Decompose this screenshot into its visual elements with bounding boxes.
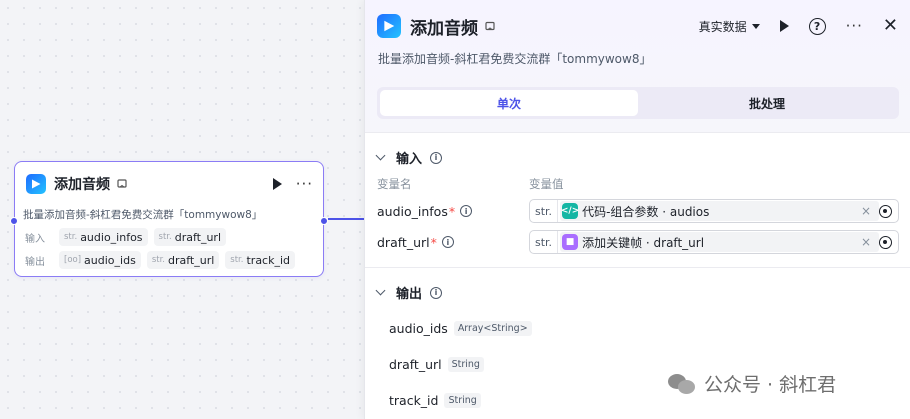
node-output-port[interactable] [320, 217, 328, 225]
video-app-icon [26, 174, 46, 194]
reference-text: 添加关键帧 · draft_url [582, 235, 705, 250]
input-section-header[interactable]: 输入 i [375, 148, 443, 167]
type-selector[interactable]: str. [530, 200, 559, 222]
bookmark-icon[interactable] [484, 20, 496, 32]
param-name: draft_url [377, 234, 430, 250]
info-icon[interactable]: i [430, 286, 443, 299]
wechat-icon [668, 372, 696, 396]
reference-chip[interactable]: </> 代码-组合参数 · audios × [560, 201, 879, 221]
node-connection-edge [328, 218, 364, 220]
node-run-icon[interactable] [272, 178, 282, 190]
info-icon[interactable]: i [460, 205, 473, 217]
close-icon[interactable]: ✕ [883, 17, 898, 35]
param-row-draft-url: draft_url * i str. ■ 添加关键帧 · draft_url × [377, 230, 899, 254]
node-description: 批量添加音频-斜杠君免费交流群「tommywow8」 [23, 209, 263, 221]
node-more-icon[interactable]: ··· [296, 176, 313, 192]
mode-tabs: 单次 批处理 [377, 87, 899, 119]
variable-reference-field[interactable]: str. </> 代码-组合参数 · audios × [529, 199, 899, 223]
panel-header: 添加音频 真实数据 ? ··· ✕ 批量添加音频-斜杠君免费交流群「tommyw… [365, 0, 910, 133]
variable-reference-field[interactable]: str. ■ 添加关键帧 · draft_url × [529, 230, 899, 254]
clear-icon[interactable]: × [853, 235, 879, 249]
cube-icon: ■ [562, 234, 579, 250]
chevron-down-icon [375, 285, 386, 296]
column-header-name: 变量名 [377, 177, 412, 191]
output-type-badge: String [444, 393, 481, 408]
info-icon[interactable]: i [430, 151, 443, 164]
node-inputs-row: 输入 str. audio_infos str. draft_url [25, 228, 227, 246]
node-output-tag: str. track_id [225, 251, 296, 269]
node-title: 添加音频 [54, 177, 110, 193]
node-output-label: 输出 [25, 256, 45, 268]
watermark-text: 公众号 · 斜杠君 [704, 374, 837, 396]
output-type-badge: Array<String> [453, 321, 532, 336]
node-input-tag: str. draft_url [153, 228, 227, 246]
node-outputs-row: 输出 [oo] audio_ids str. draft_url str. track… [25, 251, 296, 269]
node-header: 添加音频 ··· [26, 173, 313, 195]
chevron-down-icon [375, 150, 386, 161]
node-config-panel: 添加音频 真实数据 ? ··· ✕ 批量添加音频-斜杠君免费交流群「tommyw… [364, 0, 910, 419]
reference-chip[interactable]: ■ 添加关键帧 · draft_url × [560, 232, 879, 252]
type-selector[interactable]: str. [530, 231, 559, 253]
output-item: track_id String [389, 393, 481, 408]
info-icon[interactable]: i [441, 236, 454, 248]
output-item: audio_ids Array<String> [389, 321, 532, 336]
output-section-title: 输出 [396, 287, 423, 302]
workflow-node-add-audio[interactable]: 添加音频 ··· 批量添加音频-斜杠君免费交流群「tommywow8」 输入 s… [10, 161, 328, 277]
output-type-badge: String [447, 357, 484, 372]
help-icon[interactable]: ? [808, 17, 826, 35]
column-header-value: 变量值 [529, 177, 564, 191]
node-input-label: 输入 [25, 233, 45, 245]
tab-single[interactable]: 单次 [380, 90, 638, 116]
data-source-select[interactable]: 真实数据 [699, 18, 760, 35]
video-app-icon [377, 14, 401, 38]
tab-batch[interactable]: 批处理 [638, 90, 896, 116]
target-icon[interactable] [879, 204, 892, 218]
node-output-tag: str. draft_url [146, 251, 220, 269]
output-name: track_id [389, 393, 439, 408]
node-input-port[interactable] [10, 217, 18, 225]
output-section-header[interactable]: 输出 i [375, 283, 443, 302]
section-divider [365, 267, 910, 268]
output-name: audio_ids [389, 321, 448, 336]
param-name: audio_infos [377, 203, 448, 219]
code-icon: </> [561, 203, 579, 219]
required-marker: * [430, 234, 437, 250]
node-output-tag: [oo] audio_ids [59, 251, 141, 269]
clear-icon[interactable]: × [853, 204, 879, 218]
reference-text: 代码-组合参数 · audios [582, 204, 710, 219]
param-row-audio-infos: audio_infos * i str. </> 代码-组合参数 · audio… [377, 199, 899, 223]
watermark: 公众号 · 斜杠君 [668, 370, 836, 397]
run-icon[interactable] [779, 20, 789, 32]
target-icon[interactable] [879, 235, 892, 249]
required-marker: * [448, 203, 456, 219]
chevron-down-icon [751, 23, 760, 29]
panel-description[interactable]: 批量添加音频-斜杠君免费交流群「tommywow8」 [378, 50, 651, 67]
panel-title[interactable]: 添加音频 [410, 14, 478, 39]
output-name: draft_url [389, 357, 442, 372]
bookmark-icon[interactable] [116, 178, 128, 190]
more-icon[interactable]: ··· [846, 18, 863, 34]
node-input-tag: str. audio_infos [59, 228, 148, 246]
input-section-title: 输入 [396, 152, 423, 167]
output-item: draft_url String [389, 357, 484, 372]
